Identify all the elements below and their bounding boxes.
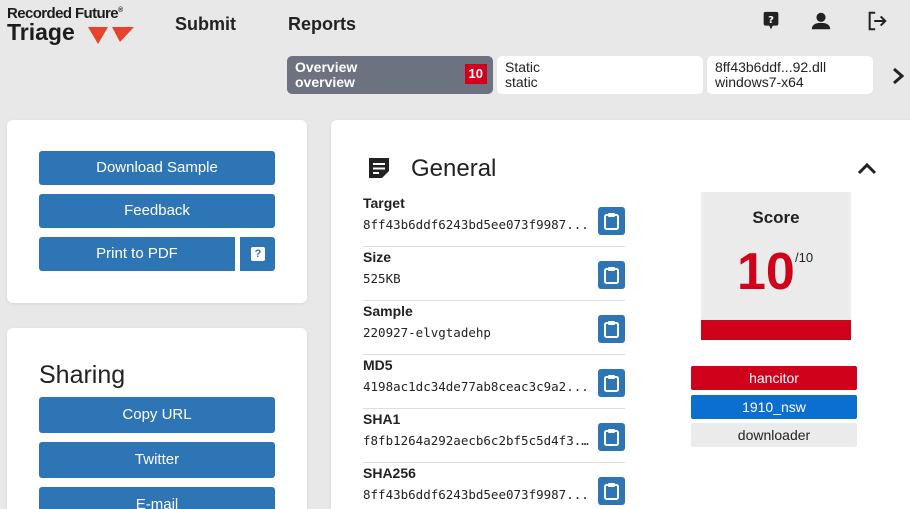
- tab-subtitle: windows7-x64: [715, 74, 804, 90]
- clipboard-icon: [604, 321, 619, 338]
- summary-icon: [369, 158, 389, 178]
- property-md5: MD5 4198ac1dc34de77ab8ceac3c9a2...: [363, 355, 625, 409]
- copy-button[interactable]: [598, 261, 625, 289]
- logout-icon[interactable]: [866, 10, 888, 32]
- property-sha256: SHA256 8ff43b6ddf6243bd5ee073f9987...: [363, 463, 625, 509]
- print-help-button[interactable]: ?: [239, 237, 275, 271]
- question-icon: ?: [251, 247, 265, 261]
- general-title: General: [411, 155, 497, 182]
- tab-overview[interactable]: Overview overview 10: [287, 56, 493, 94]
- svg-text:?: ?: [768, 15, 774, 26]
- nav-reports[interactable]: Reports: [288, 14, 356, 35]
- tab-subtitle: overview: [295, 74, 355, 90]
- property-sample: Sample 220927-elvgtadehp: [363, 301, 625, 355]
- sharing-card: Sharing Copy URL Twitter E-mail: [7, 328, 307, 509]
- property-size: Size 525KB: [363, 247, 625, 301]
- property-value: 8ff43b6ddf6243bd5ee073f9987...: [363, 487, 589, 502]
- twitter-button[interactable]: Twitter: [39, 442, 275, 478]
- product-name: Triage: [7, 19, 75, 45]
- property-label: SHA256: [363, 465, 416, 481]
- clipboard-icon: [604, 483, 619, 500]
- registered-mark: ®: [118, 7, 123, 14]
- sharing-title: Sharing: [39, 361, 126, 389]
- property-label: Target: [363, 195, 405, 211]
- clipboard-icon: [604, 213, 619, 230]
- tab-dll-windows7[interactable]: 8ff43b6ddf...92.dll windows7-x64: [707, 56, 873, 94]
- property-label: MD5: [363, 357, 393, 373]
- score-bar: [701, 320, 851, 340]
- property-value: 8ff43b6ddf6243bd5ee073f9987...: [363, 217, 589, 232]
- property-value: 4198ac1dc34de77ab8ceac3c9a2...: [363, 379, 589, 394]
- email-button[interactable]: E-mail: [39, 487, 275, 509]
- clipboard-icon: [604, 267, 619, 284]
- clipboard-icon: [604, 375, 619, 392]
- property-label: Size: [363, 249, 392, 265]
- property-value: 220927-elvgtadehp: [363, 325, 491, 340]
- feedback-button[interactable]: Feedback: [39, 194, 275, 228]
- copy-button[interactable]: [598, 369, 625, 397]
- score-panel: Score 10 /10: [701, 192, 851, 340]
- copy-url-button[interactable]: Copy URL: [39, 397, 275, 433]
- triage-logo-icon: [88, 27, 134, 44]
- copy-button[interactable]: [598, 477, 625, 505]
- general-card: General Target 8ff43b6ddf6243bd5ee073f99…: [331, 120, 910, 509]
- copy-button[interactable]: [598, 423, 625, 451]
- clipboard-icon: [604, 429, 619, 446]
- tab-static[interactable]: Static static: [497, 56, 703, 94]
- logo[interactable]: Recorded Future® Triage: [7, 3, 137, 47]
- copy-button[interactable]: [598, 207, 625, 235]
- property-value: 525KB: [363, 271, 401, 286]
- chevron-right-icon[interactable]: [888, 64, 908, 88]
- tab-subtitle: static: [505, 74, 538, 90]
- copy-button[interactable]: [598, 315, 625, 343]
- score-max: /10: [795, 250, 814, 265]
- actions-card: Download Sample Feedback Print to PDF ?: [7, 120, 307, 303]
- score-value: 10: [737, 243, 795, 301]
- property-sha1: SHA1 f8fb1264a292aecb6c2bf5c5d4f3...: [363, 409, 625, 463]
- score-title: Score: [752, 208, 800, 227]
- property-label: SHA1: [363, 411, 401, 427]
- property-label: Sample: [363, 303, 413, 319]
- print-to-pdf-button[interactable]: Print to PDF: [39, 237, 235, 271]
- score-badge: 10: [464, 64, 487, 84]
- chevron-up-icon[interactable]: [855, 160, 879, 176]
- tag-1910-nsw[interactable]: 1910_nsw: [691, 395, 857, 419]
- user-icon[interactable]: [810, 10, 832, 32]
- property-value: f8fb1264a292aecb6c2bf5c5d4f3...: [363, 433, 595, 448]
- tab-title: 8ff43b6ddf...92.dll: [715, 59, 827, 75]
- property-target: Target 8ff43b6ddf6243bd5ee073f9987...: [363, 193, 625, 247]
- tag-downloader[interactable]: downloader: [691, 423, 857, 447]
- download-sample-button[interactable]: Download Sample: [39, 151, 275, 185]
- nav-submit[interactable]: Submit: [175, 14, 236, 35]
- tab-title: Overview: [295, 59, 358, 75]
- tag-hancitor[interactable]: hancitor: [691, 366, 857, 390]
- tab-title: Static: [505, 59, 541, 75]
- help-icon[interactable]: ?: [760, 10, 782, 32]
